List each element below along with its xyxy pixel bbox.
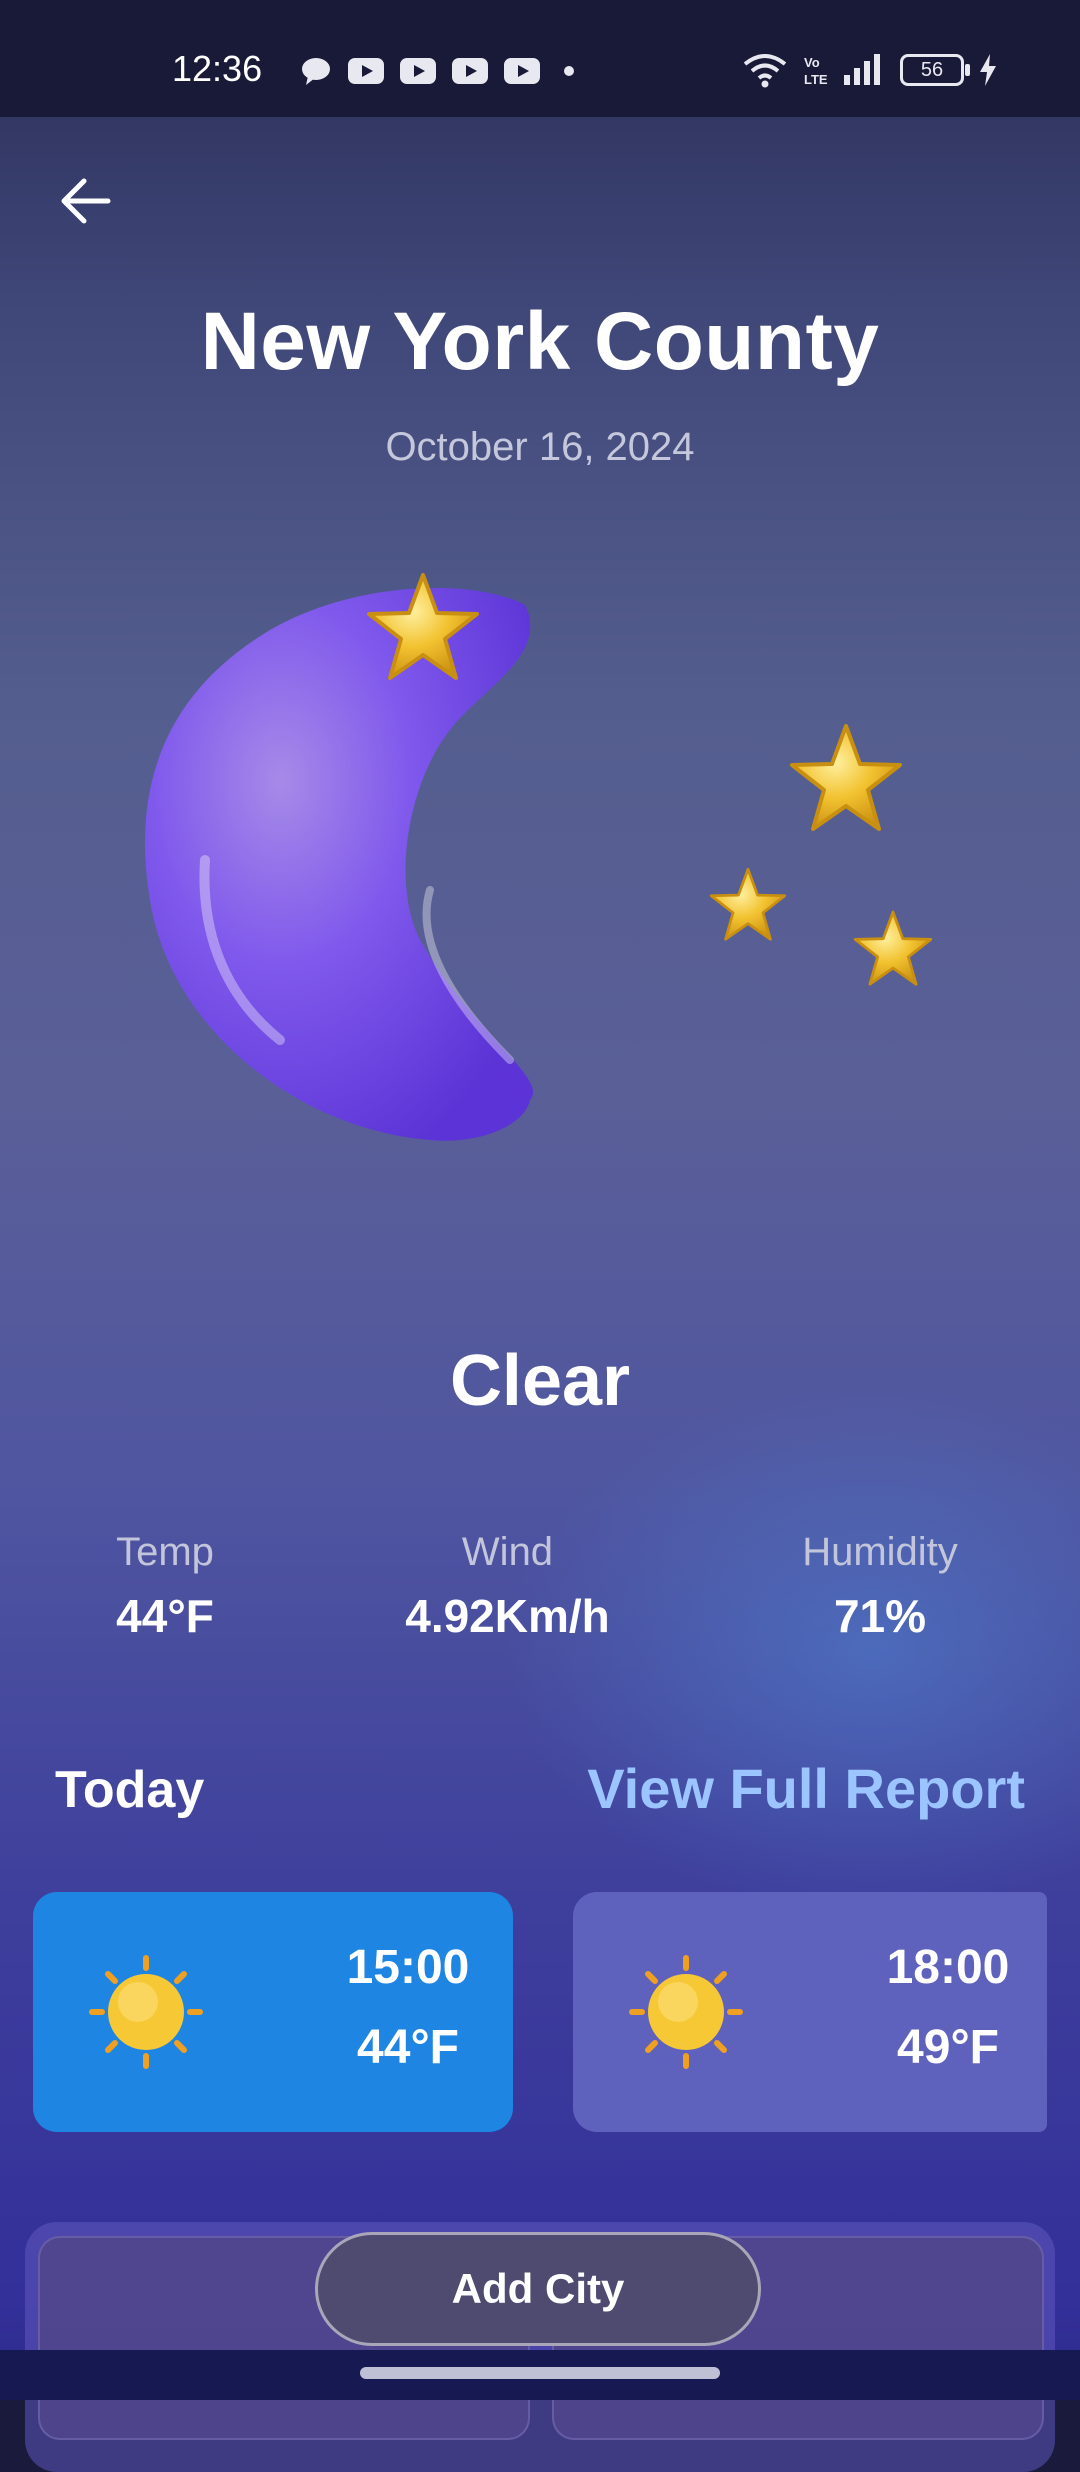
svg-text:Vo: Vo <box>804 55 820 70</box>
more-notifications-icon <box>564 66 574 76</box>
add-city-button[interactable]: Add City <box>315 2232 761 2346</box>
hourly-time: 15:00 <box>346 1941 470 1994</box>
volte-icon: Vo LTE <box>804 55 828 87</box>
system-status-icons: Vo LTE 56 <box>742 52 998 88</box>
battery-level: 56 <box>920 58 944 81</box>
hourly-card[interactable]: 18:00 49°F <box>573 1892 1047 2132</box>
view-full-report-link[interactable]: View Full Report <box>587 1756 1025 1821</box>
home-gesture-handle[interactable] <box>360 2367 720 2379</box>
youtube-icon <box>400 58 436 84</box>
arrow-left-icon <box>61 178 111 224</box>
stat-value: 71% <box>833 1590 927 1642</box>
star-icon <box>709 867 787 941</box>
youtube-icon <box>504 58 540 84</box>
sun-icon <box>629 1955 743 2069</box>
status-bar: 12:36 Vo LTE 56 <box>0 0 1080 117</box>
stat-temp: Temp 44°F <box>60 1530 270 1643</box>
charging-icon <box>980 54 996 86</box>
city-title: New York County <box>200 296 880 387</box>
stat-humidity: Humidity 71% <box>760 1530 1000 1643</box>
hourly-temp: 49°F <box>897 2021 999 2074</box>
wifi-icon <box>743 54 787 88</box>
weather-condition: Clear <box>449 1341 631 1421</box>
chat-bubble-icon <box>302 58 330 85</box>
stat-label: Temp <box>116 1530 214 1574</box>
sun-icon <box>89 1955 203 2069</box>
youtube-icon <box>348 58 384 84</box>
stat-label: Humidity <box>802 1530 958 1574</box>
youtube-icon <box>452 58 488 84</box>
stat-wind: Wind 4.92Km/h <box>360 1530 655 1643</box>
star-icon <box>790 724 902 831</box>
moon-stars-illustration <box>145 573 933 1141</box>
status-time: 12:36 <box>172 48 263 89</box>
notification-icons <box>300 56 574 86</box>
signal-icon <box>844 54 880 85</box>
hourly-temp: 44°F <box>357 2021 459 2074</box>
date-label: October 16, 2024 <box>385 425 695 469</box>
stat-value: 44°F <box>116 1590 214 1642</box>
battery-icon: 56 <box>900 54 970 86</box>
today-heading: Today <box>55 1761 205 1819</box>
hourly-time: 18:00 <box>886 1941 1010 1994</box>
star-icon <box>853 910 933 986</box>
svg-text:LTE: LTE <box>804 72 828 87</box>
stat-label: Wind <box>461 1530 554 1574</box>
stat-value: 4.92Km/h <box>405 1590 610 1642</box>
hourly-card[interactable]: 15:00 44°F <box>33 1892 513 2132</box>
back-button[interactable] <box>50 166 120 236</box>
